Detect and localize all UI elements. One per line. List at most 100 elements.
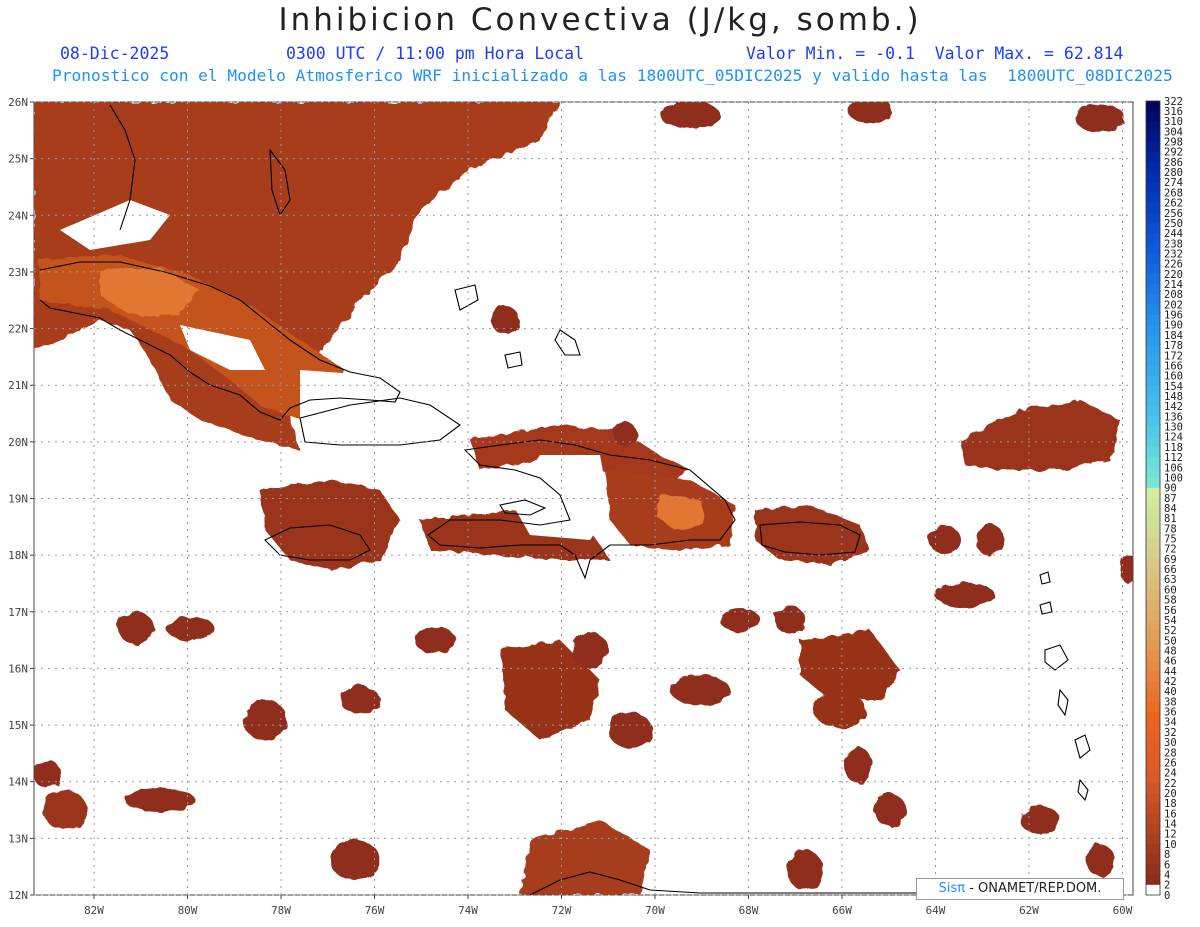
colorbar-swatch [1146,467,1160,479]
cin-blob-2 [166,616,214,640]
cin-blob-28 [814,692,866,728]
colorbar-swatch [1146,538,1160,550]
cin-blob-9 [608,712,652,748]
colorbar-swatch [1146,101,1160,112]
cin-blob-15 [787,850,823,890]
lat-label: 25N [8,153,28,166]
lon-label: 60W [1113,904,1133,917]
cin-blob-10 [670,675,730,705]
colorbar-swatch [1146,803,1160,814]
colorbar-swatch [1146,762,1160,774]
lat-label: 17N [8,606,28,619]
colorbar-swatch [1146,874,1160,886]
colorbar-swatch [1146,274,1160,285]
cin-blob-19 [1020,806,1060,834]
colorbar: 3223163103042982922862802742682622562502… [1145,96,1183,902]
cin-blob-5 [243,700,287,740]
colorbar-swatch [1146,691,1160,702]
cin-blob-3 [43,790,87,830]
colorbar-swatch [1146,294,1160,305]
colorbar-swatch [1146,243,1160,255]
colorbar-swatch [1146,233,1160,244]
cin-blob-12 [775,606,805,634]
lat-label: 23N [8,266,28,279]
colorbar-swatch [1146,396,1160,407]
cin-blob-4 [125,788,195,812]
cin-blob-25 [613,422,637,446]
latitude-labels: 26N 25N 24N 23N 22N 21N 20N 19N 18N 17N 16N 15N 14N 1… [8,96,34,902]
colorbar-swatch [1146,650,1160,662]
cin-blob-6 [330,840,380,880]
cin-blob-8 [572,632,608,668]
cin-blob-22 [660,102,720,129]
colorbar-swatch [1146,335,1160,346]
lon-label: 80W [178,904,198,917]
colorbar-swatch [1146,589,1160,601]
lat-label: 18N [8,549,28,562]
colorbar-swatch [1146,732,1160,743]
colorbar-swatch [1146,345,1160,356]
cin-blob-18 [935,583,995,607]
colorbar-swatch [1146,823,1160,835]
colorbar-swatch [1146,640,1160,652]
colorbar-swatch [1146,498,1160,509]
colorbar-swatch [1146,202,1160,214]
lat-label: 21N [8,379,28,392]
colorbar-swatch [1146,131,1160,143]
colorbar-swatch [1146,314,1160,326]
cin-blob-17 [976,524,1004,556]
lat-label: 26N [8,96,28,109]
colorbar-swatch [1146,783,1160,794]
colorbar-swatch [1146,844,1160,855]
colorbar-swatch [1146,365,1160,377]
colorbar-swatch [1146,609,1160,621]
lon-label: 74W [458,904,478,917]
colorbar-swatch [1146,864,1160,876]
lat-label: 20N [8,436,28,449]
lat-label: 15N [8,719,28,732]
colorbar-swatch [1146,620,1160,631]
colorbar-swatch [1146,151,1160,163]
cin-blob-20 [1086,844,1114,876]
lon-label: 72W [552,904,572,917]
colorbar-swatch [1146,701,1160,713]
colorbar-swatch [1146,548,1160,560]
credit-box: Sisπ - ONAMET/REP.DOM. [916,878,1124,900]
cin-blob-16 [929,526,961,554]
colorbar-swatch [1146,141,1160,153]
lat-label: 13N [8,832,28,845]
colorbar-swatch [1146,212,1160,224]
colorbar-swatch [1146,813,1160,825]
convective-inhibition-map: 26N 25N 24N 23N 22N 21N 20N 19N 18N 17N 16N 15N 14N 1… [8,96,1183,917]
cin-blob-26 [34,760,61,788]
colorbar-swatch [1146,416,1160,428]
colorbar-swatch [1146,355,1160,367]
colorbar-swatch [1146,681,1160,692]
colorbar-swatch [1146,284,1160,295]
lon-label: 76W [365,904,385,917]
cin-blob-14 [874,794,906,826]
colorbar-swatch [1146,477,1160,489]
colorbar-swatch [1146,192,1160,204]
cin-blob-7 [415,626,455,654]
colorbar-swatch [1146,223,1160,234]
lon-label: 62W [1019,904,1039,917]
colorbar-swatch [1146,660,1160,672]
colorbar-swatch [1146,742,1160,753]
colorbar-swatch [1146,406,1160,417]
colorbar-swatch [1146,487,1160,499]
colorbar-swatch [1146,263,1160,275]
colorbar-swatch [1146,386,1160,397]
colorbar-swatch [1146,772,1160,784]
credit-text: - ONAMET/REP.DOM. [965,881,1102,896]
colorbar-swatch [1146,752,1160,764]
colorbar-swatch [1146,121,1160,132]
colorbar-swatch [1146,111,1160,122]
colorbar-swatch [1146,436,1160,448]
cin-blob-11 [720,608,760,632]
colorbar-swatch [1146,528,1160,540]
colorbar-swatch [1146,833,1160,845]
colorbar-swatch [1146,508,1160,519]
lat-label: 12N [8,889,28,902]
colorbar-swatch [1146,599,1160,611]
